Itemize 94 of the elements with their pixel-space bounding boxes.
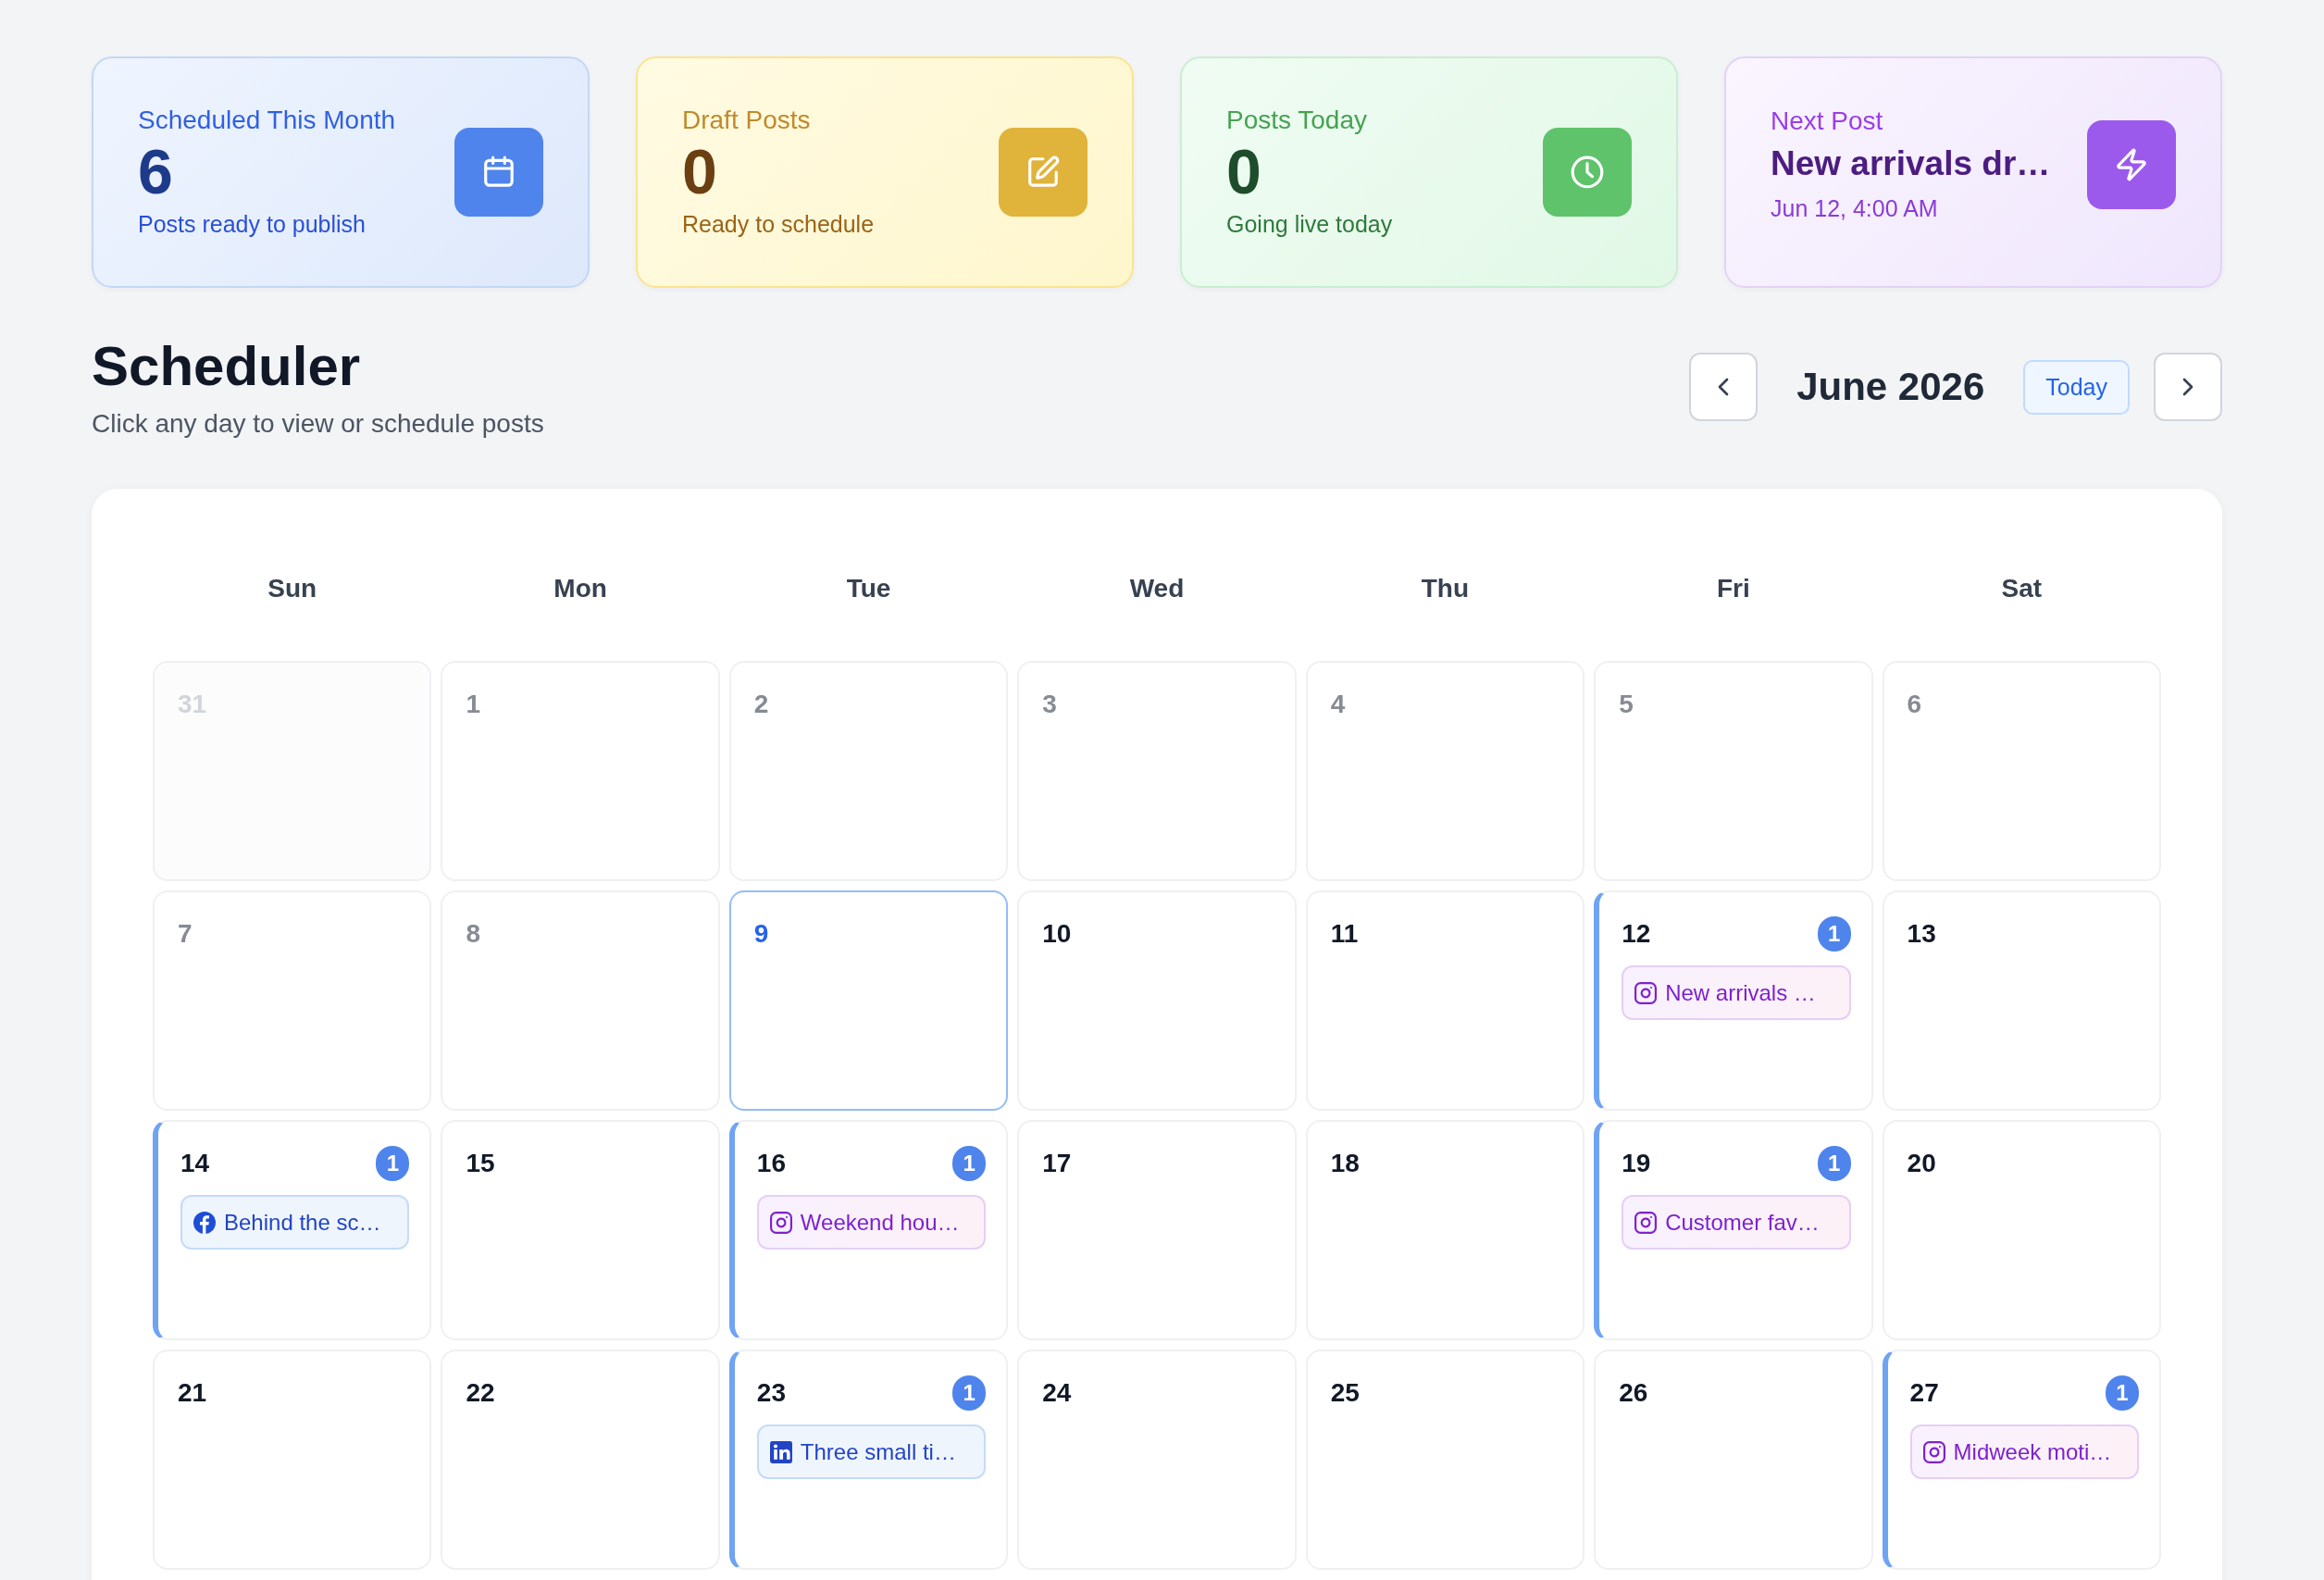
- post-chip[interactable]: Weekend hou…: [756, 1195, 987, 1250]
- day-number: 21: [178, 1377, 207, 1409]
- day-number: 1: [466, 689, 480, 720]
- instagram-icon: [769, 1211, 792, 1234]
- linkedin-icon: [769, 1440, 792, 1463]
- day-cell[interactable]: 18: [1305, 1120, 1585, 1340]
- day-cell[interactable]: 23 1 Three small ti…: [728, 1350, 1009, 1570]
- stat-title: Next Post: [1771, 106, 1883, 137]
- day-cell[interactable]: 11: [1305, 890, 1585, 1111]
- day-number: 19: [1622, 1148, 1651, 1179]
- stat-title: Draft Posts: [682, 105, 811, 136]
- page-subtitle: Click any day to view or schedule posts: [92, 408, 544, 440]
- day-number: 13: [1907, 918, 1936, 950]
- day-number: 2: [753, 689, 769, 720]
- day-cell[interactable]: 12 1 New arrivals …: [1594, 890, 1873, 1111]
- day-number: 14: [180, 1148, 210, 1179]
- day-number: 6: [1907, 689, 1922, 720]
- day-cell[interactable]: 19 1 Customer fav…: [1594, 1120, 1873, 1340]
- next-month-button[interactable]: [2154, 353, 2222, 421]
- post-chip[interactable]: Behind the sc…: [180, 1195, 410, 1250]
- page-title: Scheduler: [92, 334, 361, 399]
- day-cell[interactable]: 10: [1017, 890, 1297, 1111]
- day-number: 11: [1330, 918, 1359, 950]
- post-count-badge: 1: [1817, 916, 1851, 952]
- stat-title: Scheduled This Month: [138, 105, 396, 136]
- day-number: 9: [753, 918, 769, 950]
- stat-value: 0: [1226, 141, 1261, 202]
- post-count-badge: 1: [376, 1146, 410, 1181]
- day-number: 7: [178, 918, 193, 950]
- day-number: 24: [1042, 1377, 1072, 1409]
- stat-caption: Posts ready to publish: [138, 210, 366, 239]
- day-number: 12: [1622, 918, 1651, 950]
- day-number: 15: [466, 1148, 495, 1179]
- clock-icon: [1543, 128, 1632, 217]
- post-chip[interactable]: New arrivals …: [1622, 965, 1851, 1020]
- day-cell[interactable]: 13: [1882, 890, 2161, 1111]
- day-cell[interactable]: 16 1 Weekend hou…: [728, 1120, 1009, 1340]
- day-number: 16: [756, 1148, 786, 1179]
- facebook-icon: [193, 1211, 216, 1234]
- post-count-badge: 1: [1817, 1146, 1851, 1181]
- day-number: 10: [1042, 918, 1072, 950]
- stat-caption: Jun 12, 4:00 AM: [1771, 194, 1938, 223]
- day-cell[interactable]: 15: [441, 1120, 720, 1340]
- day-cell[interactable]: 27 1 Midweek moti…: [1882, 1350, 2161, 1570]
- day-cell[interactable]: 26: [1594, 1350, 1873, 1570]
- day-number: 8: [466, 918, 480, 950]
- post-chip[interactable]: Three small ti…: [756, 1424, 987, 1479]
- instagram-icon: [1634, 981, 1658, 1004]
- post-count-badge: 1: [2106, 1375, 2139, 1411]
- day-cell[interactable]: 25: [1305, 1350, 1585, 1570]
- post-chip[interactable]: Midweek moti…: [1909, 1424, 2139, 1479]
- stat-value: 6: [138, 141, 173, 202]
- day-number: 4: [1330, 689, 1346, 720]
- instagram-icon: [1922, 1440, 1945, 1463]
- stat-caption: Going live today: [1226, 210, 1393, 239]
- weekday-label: Thu: [1421, 574, 1470, 603]
- weekday-label: Wed: [1129, 574, 1185, 603]
- day-number: 5: [1619, 689, 1634, 720]
- stat-value: 0: [682, 141, 717, 202]
- day-cell[interactable]: 9: [728, 890, 1009, 1111]
- chevron-right-icon: [2181, 376, 2195, 398]
- day-number: 27: [1909, 1377, 1939, 1409]
- previous-month-button[interactable]: [1689, 353, 1759, 421]
- day-cell[interactable]: 14 1 Behind the sc…: [153, 1120, 432, 1340]
- day-cell[interactable]: 21: [153, 1350, 432, 1570]
- stat-caption: Ready to schedule: [682, 210, 875, 239]
- month-title: June 2026: [1796, 365, 1985, 409]
- day-number: 18: [1330, 1148, 1360, 1179]
- lightning-bolt-icon: [2087, 120, 2176, 209]
- post-count-badge: 1: [952, 1146, 987, 1181]
- calendar-icon: [454, 128, 543, 217]
- edit-icon: [999, 128, 1087, 217]
- day-number: 22: [466, 1377, 495, 1409]
- weekday-label: Sat: [2001, 574, 2043, 603]
- weekday-label: Fri: [1716, 574, 1750, 603]
- stat-value: New arrivals dr…: [1771, 143, 2051, 184]
- instagram-icon: [1634, 1211, 1658, 1234]
- day-cell[interactable]: 22: [441, 1350, 720, 1570]
- stat-title: Posts Today: [1226, 105, 1368, 136]
- post-chip[interactable]: Customer fav…: [1622, 1195, 1851, 1250]
- day-cell[interactable]: 20: [1882, 1120, 2161, 1340]
- weekday-label: Sun: [267, 574, 317, 603]
- day-number: 3: [1042, 689, 1057, 720]
- day-number: 26: [1619, 1377, 1648, 1409]
- weekday-label: Mon: [553, 574, 607, 603]
- day-cell[interactable]: 24: [1017, 1350, 1297, 1570]
- day-number: 23: [756, 1377, 786, 1409]
- weekday-label: Tue: [846, 574, 891, 603]
- day-cell[interactable]: 17: [1017, 1120, 1297, 1340]
- today-button[interactable]: Today: [2023, 359, 2130, 415]
- day-number: 17: [1042, 1148, 1072, 1179]
- post-count-badge: 1: [952, 1375, 987, 1411]
- day-number: 25: [1330, 1377, 1360, 1409]
- day-number: 20: [1907, 1148, 1936, 1179]
